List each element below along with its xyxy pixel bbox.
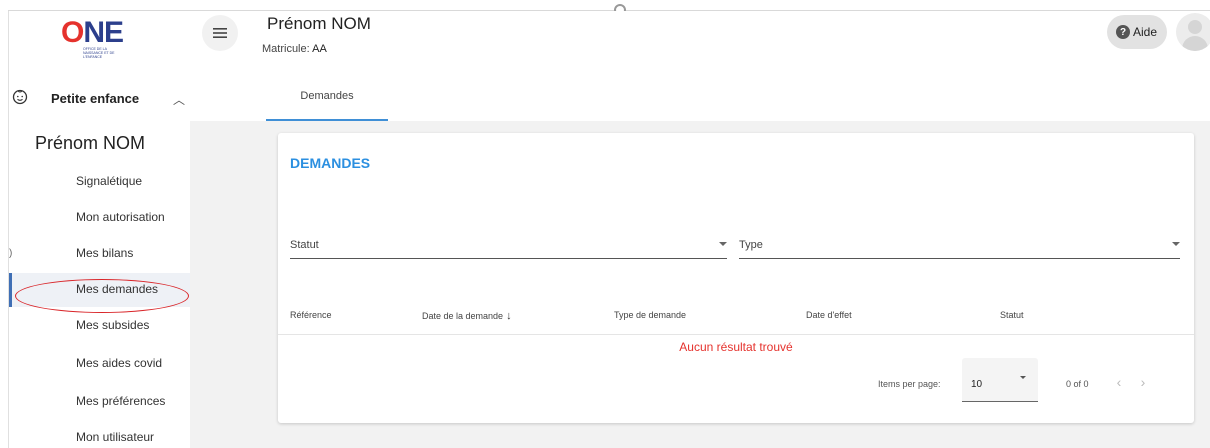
table-header-divider <box>278 334 1194 335</box>
sidebar-section-title: Petite enfance <box>51 91 140 106</box>
sidebar-person-name: Prénom NOM <box>35 133 146 153</box>
sidebar-item-signaletique[interactable]: Signalétique <box>9 165 191 199</box>
page-title: Prénom NOM <box>267 14 371 33</box>
sidebar-item-label: Mes bilans <box>76 246 134 260</box>
arrow-down-icon: ↓ <box>506 310 512 322</box>
sidebar-item-mon-autorisation[interactable]: Mon autorisation <box>9 201 191 235</box>
logo-letters-ne: NE <box>83 16 124 49</box>
items-per-page-select[interactable]: 10 <box>962 358 1038 402</box>
card-title: DEMANDES <box>290 155 371 171</box>
tab-demandes[interactable]: Demandes <box>266 81 388 121</box>
empty-message: Aucun résultat trouvé <box>679 340 793 354</box>
sidebar-item-label: Mes aides covid <box>76 356 163 370</box>
matricule-label: Matricule: <box>262 43 310 55</box>
items-per-page-value: 10 <box>971 379 983 390</box>
matricule: Matricule: AA <box>262 43 327 55</box>
sidebar-item-label: Mon utilisateur <box>76 430 155 444</box>
sidebar-item-label: Signalétique <box>76 174 143 188</box>
main-content: DEMANDES Statut Type Référence Date de l… <box>190 121 1210 448</box>
help-label: Aide <box>1133 25 1158 39</box>
column-header-date-demande[interactable]: Date de la demande ↓ <box>422 310 512 322</box>
baby-face-icon <box>12 89 28 105</box>
column-header-date-effet[interactable]: Date d'effet <box>806 310 852 320</box>
app-root: ONE OFFICE DE LA NAISSANCE ET DE L'ENFAN… <box>0 0 1210 448</box>
sidebar-item-mes-preferences[interactable]: Mes préférences <box>9 385 191 419</box>
type-select[interactable]: Type <box>739 229 1180 259</box>
column-header-type-demande[interactable]: Type de demande <box>614 310 686 320</box>
chevron-right-icon[interactable]: › <box>1134 373 1152 391</box>
menu-icon <box>213 28 227 38</box>
help-circle-icon: ? <box>1116 25 1130 39</box>
pagination-range: 0 of 0 <box>1066 379 1089 389</box>
sidebar-section-petite-enfance[interactable]: Petite enfance ︿ <box>9 81 191 115</box>
sidebar-item-label: Mes préférences <box>76 394 166 408</box>
sidebar-item-mes-aides-covid[interactable]: Mes aides covid <box>9 347 191 381</box>
statut-select[interactable]: Statut <box>290 229 727 259</box>
items-per-page-label: Items per page: <box>878 379 941 389</box>
tab-label: Demandes <box>300 90 354 102</box>
menu-button[interactable] <box>202 15 238 51</box>
user-avatar-icon[interactable] <box>1176 13 1210 51</box>
logo-subtitle: OFFICE DE LA NAISSANCE ET DE L'ENFANCE <box>83 47 115 59</box>
statut-select-label: Statut <box>290 239 319 251</box>
sidebar-item-mon-utilisateur[interactable]: Mon utilisateur <box>9 421 191 448</box>
top-header: Prénom NOM Matricule: AA ? Aide Demandes <box>190 11 1210 121</box>
sidebar-item-label: Mon autorisation <box>76 210 165 224</box>
matricule-value: AA <box>312 43 327 55</box>
sidebar: ONE OFFICE DE LA NAISSANCE ET DE L'ENFAN… <box>8 11 191 448</box>
annotation-circle <box>15 279 189 313</box>
sidebar-item-mes-bilans[interactable]: Mes bilans <box>9 237 191 271</box>
one-logo: ONE OFFICE DE LA NAISSANCE ET DE L'ENFAN… <box>61 16 133 60</box>
column-header-statut[interactable]: Statut <box>1000 310 1024 320</box>
dropdown-caret-icon <box>1020 376 1026 379</box>
dropdown-caret-icon <box>1172 242 1180 246</box>
sidebar-item-label: Mes subsides <box>76 318 150 332</box>
type-select-label: Type <box>739 239 763 251</box>
column-header-reference[interactable]: Référence <box>290 310 332 320</box>
chevron-left-icon[interactable]: ‹ <box>1110 373 1128 391</box>
logo-letter-o: O <box>61 16 84 49</box>
sidebar-item-mes-subsides[interactable]: Mes subsides <box>9 309 191 343</box>
demandes-card: DEMANDES Statut Type Référence Date de l… <box>278 133 1194 423</box>
chevron-up-icon[interactable]: ︿ <box>173 91 185 108</box>
dropdown-caret-icon <box>719 242 727 246</box>
help-button[interactable]: ? Aide <box>1107 15 1167 49</box>
